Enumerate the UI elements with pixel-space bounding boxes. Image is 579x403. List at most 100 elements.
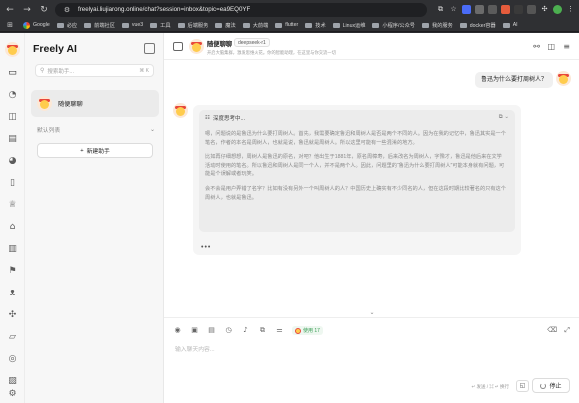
folder-icon	[242, 22, 250, 28]
share-icon[interactable]: ⚯	[533, 42, 540, 51]
thinking-label: 深度思考中...	[212, 116, 246, 122]
brand-title: Freely AI	[33, 43, 77, 55]
library-icon[interactable]: ▤	[7, 134, 18, 145]
thinking-paragraph: 会不会是用户弄错了名字？比如有没有另外一个叫周树人的人？中国历史上确实有不少同名…	[205, 185, 506, 201]
home-icon[interactable]: ⌂	[7, 222, 18, 233]
cat-icon[interactable]: ᴥ	[7, 288, 18, 299]
default-list-header[interactable]: 默认列表 ⌄	[37, 125, 155, 134]
new-assistant-button[interactable]: + 新建助手	[37, 143, 153, 158]
folder-icon[interactable]: ▱	[7, 332, 18, 343]
assistant-avatar	[37, 96, 52, 111]
menu-icon[interactable]: ≡	[563, 42, 570, 51]
forward-icon[interactable]: →	[21, 4, 33, 16]
plugin-icon[interactable]: ⧉	[258, 326, 267, 335]
bookmark-item[interactable]: 魔法	[215, 22, 236, 29]
extensions-area: ⧉ ☆ ✣ ⋮	[436, 5, 575, 14]
model-select-icon[interactable]: ◉	[173, 326, 182, 335]
chat-input[interactable]: 输入聊天内容...	[175, 344, 215, 353]
search-icon: ⚲	[40, 67, 45, 74]
bookmark-item[interactable]: 后端服务	[177, 22, 208, 29]
clear-icon[interactable]: ⌫	[547, 326, 557, 334]
url-text: freelyai.liujiarong.online/chat?session=…	[78, 6, 251, 13]
url-field[interactable]: ⚙ freelyai.liujiarong.online/chat?sessio…	[55, 2, 427, 17]
bookmark-item[interactable]: 大前端	[242, 22, 268, 29]
extension-icon[interactable]	[462, 5, 471, 14]
image-upload-icon[interactable]: ▣	[190, 326, 199, 335]
puzzle-icon[interactable]: ✣	[540, 5, 549, 14]
palette-icon[interactable]: ◕	[7, 156, 18, 167]
extension-icon[interactable]	[514, 5, 523, 14]
scroll-down-icon[interactable]: ⌄	[365, 309, 379, 316]
phone-icon[interactable]: ▯	[7, 178, 18, 189]
spinner-icon	[540, 382, 547, 389]
files-icon[interactable]: ◫	[7, 112, 18, 123]
star-icon[interactable]: ☆	[449, 5, 458, 14]
expand-icon[interactable]: ⤢	[564, 326, 570, 335]
browser-window: ← → ↻ ⚙ freelyai.liujiarong.online/chat?…	[0, 0, 579, 403]
menu-dots-icon[interactable]: ⋮	[566, 5, 575, 14]
bookmark-item[interactable]: 技术	[305, 22, 326, 29]
stop-button[interactable]: 停止	[532, 378, 570, 393]
chat-icon[interactable]: ▭	[7, 68, 18, 79]
extension-icon[interactable]	[501, 5, 510, 14]
bookmark-item[interactable]: vue3	[121, 22, 143, 28]
bookmark-item[interactable]: AI	[502, 22, 518, 28]
chat-main: 随便聊聊 deepseek-r1 开启大脑集群，激发思维火花。你的智能助理，在这…	[164, 33, 579, 403]
bookmark-item[interactable]: 小程序/公众号	[372, 22, 415, 29]
reload-icon[interactable]: ↻	[38, 4, 50, 16]
chat-title: 随便聊聊	[207, 41, 233, 48]
profile-avatar[interactable]	[553, 5, 562, 14]
stop-label: 停止	[549, 384, 562, 390]
folder-icon	[459, 22, 467, 28]
assistant-search-input[interactable]: ⚲ 搜索助手... ⌘ K	[35, 64, 154, 77]
settings-icon[interactable]: ⚙	[7, 389, 18, 400]
thinking-panel[interactable]: ☷ 深度思考中... ⧉ ⌄ 嗯，问题说的是鲁迅为什么要打周树人。首先，我需要确…	[199, 110, 515, 232]
discover-icon[interactable]: ◔	[7, 90, 18, 101]
bookmark-item[interactable]: docker容器	[459, 22, 496, 29]
bookmark-item[interactable]: 我的服务	[422, 22, 453, 29]
bookmark-item[interactable]: Linux运维	[332, 22, 365, 29]
chat-options-icon[interactable]: ◱	[516, 380, 529, 392]
folder-icon	[215, 22, 223, 28]
book-open-icon[interactable]: ▨	[7, 376, 18, 387]
settings-sliders-icon[interactable]: ⚌	[275, 326, 284, 335]
thinking-text: 嗯，问题说的是鲁迅为什么要打周树人。首先，我需要确定鲁迅和周树人是否是两个不同的…	[205, 130, 507, 208]
composer-toolbar: ◉ ▣ ▤ ◷ ♪ ⧉ ⚌ 使用 17	[173, 326, 323, 335]
extension-icon[interactable]	[527, 5, 536, 14]
extension-icon[interactable]	[475, 5, 484, 14]
file-icon[interactable]: ▤	[207, 326, 216, 335]
timer-icon[interactable]: ◷	[224, 326, 233, 335]
install-icon[interactable]: ⧉	[436, 5, 445, 14]
layout-icon[interactable]: ◫	[547, 42, 555, 51]
site-info-icon[interactable]: ⚙	[61, 4, 73, 16]
extension-icon[interactable]	[488, 5, 497, 14]
sidebar-toggle-icon[interactable]	[173, 42, 183, 51]
folder-icon	[177, 22, 185, 28]
bookmark-item[interactable]: flutter	[275, 22, 298, 28]
bookmark-item[interactable]: 必应	[56, 22, 77, 29]
model-tag[interactable]: deepseek-r1	[234, 38, 270, 47]
trophy-icon[interactable]: ♕	[7, 200, 18, 211]
session-item[interactable]: 随便聊聊	[31, 90, 159, 117]
send-hint: ↵ 发送 / ⌘ ↵ 换行	[471, 384, 509, 389]
bookmark-google[interactable]: Google	[23, 21, 50, 29]
user-avatar[interactable]	[5, 42, 20, 57]
loading-dots: •••	[201, 244, 212, 251]
session-name: 随便聊聊	[58, 101, 83, 108]
compass-icon[interactable]: ◎	[7, 354, 18, 365]
back-icon[interactable]: ←	[4, 4, 16, 16]
book-icon[interactable]: ▥	[7, 244, 18, 255]
new-assistant-label: 新建助手	[86, 149, 110, 155]
copy-chevron-icon[interactable]: ⧉ ⌄	[499, 114, 509, 121]
puzzle-icon[interactable]: ✣	[7, 310, 18, 321]
search-placeholder: 搜索助手...	[47, 68, 74, 75]
bookmark-item[interactable]: 前端社区	[84, 22, 115, 29]
microphone-icon[interactable]: ♪	[241, 326, 250, 335]
apps-grid-icon[interactable]: ⊞	[4, 19, 16, 31]
header-avatar	[189, 39, 204, 54]
new-chat-icon[interactable]	[144, 43, 155, 54]
bookmark-item[interactable]: 工具	[150, 22, 171, 29]
usage-badge[interactable]: 使用 17	[292, 326, 323, 335]
signpost-icon[interactable]: ⚑	[7, 266, 18, 277]
folder-icon	[502, 22, 510, 28]
